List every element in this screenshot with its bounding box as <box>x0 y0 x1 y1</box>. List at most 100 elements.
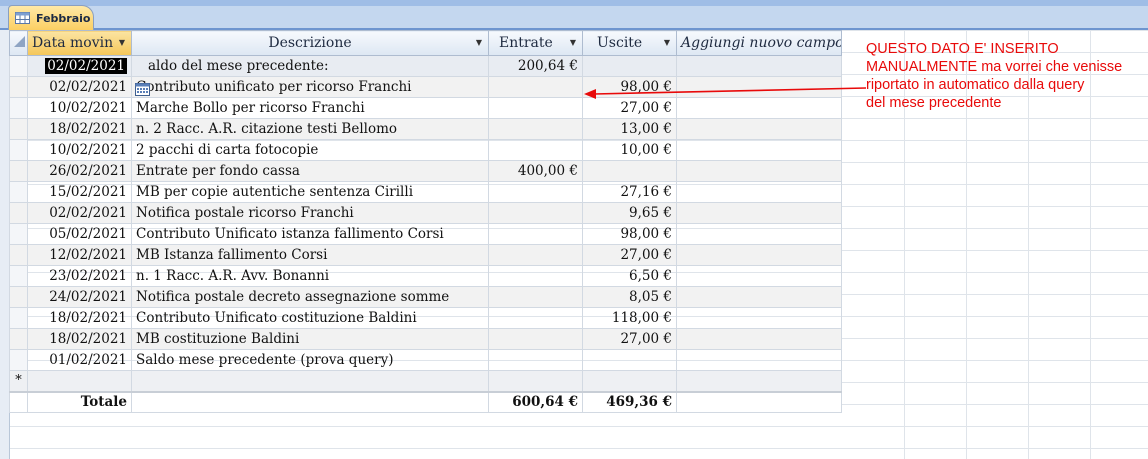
row-selector[interactable] <box>9 76 28 98</box>
cell-descrizione[interactable]: n. 1 Racc. A.R. Avv. Bonanni <box>131 265 489 287</box>
column-header-descrizione[interactable]: Descrizione ▼ <box>131 30 489 56</box>
cell-new-field[interactable] <box>676 55 842 77</box>
row-selector[interactable] <box>9 349 28 371</box>
cell-entrate[interactable] <box>488 265 583 287</box>
cell-uscite[interactable] <box>582 349 677 371</box>
cell-descrizione[interactable]: Marche Bollo per ricorso Franchi <box>131 97 489 119</box>
cell-date[interactable]: 10/02/2021 <box>27 97 132 119</box>
cell-uscite[interactable]: 6,50 € <box>582 265 677 287</box>
cell-uscite[interactable]: 27,16 € <box>582 181 677 203</box>
cell-uscite[interactable]: 9,65 € <box>582 202 677 224</box>
table-row[interactable]: 05/02/2021 Contributo Unificato istanza f… <box>9 223 842 245</box>
cell-date[interactable]: 10/02/2021 <box>27 139 132 161</box>
cell-date[interactable]: 02/02/2021 <box>27 76 132 98</box>
cell-entrate[interactable] <box>488 349 583 371</box>
cell-uscite[interactable]: 98,00 € <box>582 223 677 245</box>
row-selector[interactable] <box>9 223 28 245</box>
cell-new-field[interactable] <box>676 265 842 287</box>
row-selector[interactable] <box>9 97 28 119</box>
cell-new-field[interactable] <box>676 349 842 371</box>
cell[interactable] <box>676 370 842 392</box>
cell-descrizione[interactable]: MB Istanza fallimento Corsi <box>131 244 489 266</box>
cell-date[interactable]: 15/02/2021 <box>27 181 132 203</box>
cell-descrizione[interactable]: n. 2 Racc. A.R. citazione testi Bellomo <box>131 118 489 140</box>
row-selector[interactable] <box>9 286 28 308</box>
cell-date[interactable]: 01/02/2021 <box>27 349 132 371</box>
cell-new-field[interactable] <box>676 244 842 266</box>
row-selector[interactable] <box>9 139 28 161</box>
row-selector[interactable] <box>9 328 28 350</box>
cell[interactable] <box>582 370 677 392</box>
cell-date[interactable]: 12/02/2021 <box>27 244 132 266</box>
cell-descrizione[interactable]: Saldo mese precedente (prova query) <box>131 349 489 371</box>
cell-new-field[interactable] <box>676 307 842 329</box>
cell-descrizione[interactable]: Contributo unificato per ricorso Franchi <box>131 76 489 98</box>
cell-date[interactable]: 18/02/2021 <box>27 307 132 329</box>
table-row[interactable]: 18/02/2021 Contributo Unificato costituzi… <box>9 307 842 329</box>
cell-date[interactable]: 18/02/2021 <box>27 118 132 140</box>
cell-entrate[interactable] <box>488 181 583 203</box>
cell-new-field[interactable] <box>676 286 842 308</box>
cell-entrate[interactable] <box>488 118 583 140</box>
cell-uscite[interactable]: 118,00 € <box>582 307 677 329</box>
cell[interactable] <box>488 370 583 392</box>
table-row[interactable]: 15/02/2021 MB per copie autentiche senten… <box>9 181 842 203</box>
cell-new-field[interactable] <box>676 181 842 203</box>
cell-uscite[interactable] <box>582 55 677 77</box>
cell-entrate[interactable]: 200,64 € <box>488 55 583 77</box>
cell-entrate[interactable] <box>488 202 583 224</box>
row-selector[interactable] <box>9 265 28 287</box>
new-record-row[interactable]: * <box>9 370 842 392</box>
cell-uscite[interactable]: 8,05 € <box>582 286 677 308</box>
table-row[interactable]: 23/02/2021 n. 1 Racc. A.R. Avv. Bonanni 6,… <box>9 265 842 287</box>
row-selector[interactable] <box>9 307 28 329</box>
table-row[interactable]: 24/02/2021 Notifica postale decreto asseg… <box>9 286 842 308</box>
table-row[interactable]: 26/02/2021 Entrate per fondo cassa 400,00 … <box>9 160 842 182</box>
cell-entrate[interactable] <box>488 76 583 98</box>
row-selector[interactable] <box>9 202 28 224</box>
cell-descrizione[interactable]: aldo del mese precedente: <box>131 55 489 77</box>
select-all-corner[interactable] <box>9 30 28 56</box>
cell-date[interactable]: 24/02/2021 <box>27 286 132 308</box>
cell-new-field[interactable] <box>676 160 842 182</box>
cell-uscite[interactable]: 27,00 € <box>582 328 677 350</box>
cell-new-field[interactable] <box>676 202 842 224</box>
cell-date[interactable]: 02/02/2021 <box>27 202 132 224</box>
cell-entrate[interactable] <box>488 97 583 119</box>
column-header-uscite[interactable]: Uscite ▼ <box>582 30 677 56</box>
cell-date[interactable]: 02/02/2021 <box>27 55 132 77</box>
cell-descrizione[interactable]: MB costituzione Baldini <box>131 328 489 350</box>
cell-uscite[interactable]: 13,00 € <box>582 118 677 140</box>
cell-date[interactable]: 18/02/2021 <box>27 328 132 350</box>
table-row[interactable]: 02/02/2021 aldo del mese precedente: 200,6… <box>9 55 842 77</box>
cell-descrizione[interactable]: Notifica postale ricorso Franchi <box>131 202 489 224</box>
date-picker-icon[interactable] <box>135 82 150 96</box>
column-header-data-movin[interactable]: Data movin ▼ <box>27 30 132 56</box>
cell-descrizione[interactable]: 2 pacchi di carta fotocopie <box>131 139 489 161</box>
totals-uscite[interactable]: 469,36 € <box>582 390 677 413</box>
cell-descrizione[interactable]: Entrate per fondo cassa <box>131 160 489 182</box>
totals-entrate[interactable]: 600,64 € <box>488 390 583 413</box>
table-row[interactable]: 01/02/2021 Saldo mese precedente (prova q… <box>9 349 842 371</box>
table-row[interactable]: 02/02/2021 Notifica postale ricorso Franc… <box>9 202 842 224</box>
row-selector[interactable] <box>9 244 28 266</box>
row-selector[interactable] <box>9 160 28 182</box>
cell-entrate[interactable] <box>488 286 583 308</box>
column-filter-dropdown-icon[interactable]: ▼ <box>119 38 125 47</box>
table-row[interactable]: 12/02/2021 MB Istanza fallimento Corsi 27,… <box>9 244 842 266</box>
cell-date[interactable]: 05/02/2021 <box>27 223 132 245</box>
cell-entrate[interactable] <box>488 223 583 245</box>
cell-descrizione[interactable]: Notifica postale decreto assegnazione so… <box>131 286 489 308</box>
cell-descrizione[interactable]: Contributo Unificato istanza fallimento … <box>131 223 489 245</box>
cell-new-field[interactable] <box>676 328 842 350</box>
table-row[interactable]: 18/02/2021 MB costituzione Baldini 27,00 € <box>9 328 842 350</box>
table-row[interactable]: 18/02/2021 n. 2 Racc. A.R. citazione test… <box>9 118 842 140</box>
cell-descrizione[interactable]: MB per copie autentiche sentenza Cirilli <box>131 181 489 203</box>
row-selector[interactable] <box>9 55 28 77</box>
column-header-add-new-field[interactable]: Aggiungi nuovo campo <box>676 30 842 56</box>
column-filter-dropdown-icon[interactable]: ▼ <box>476 38 482 47</box>
column-filter-dropdown-icon[interactable]: ▼ <box>664 38 670 47</box>
selected-date-text[interactable]: 02/02/2021 <box>45 58 127 74</box>
cell-entrate[interactable] <box>488 328 583 350</box>
table-row[interactable]: 10/02/2021 2 pacchi di carta fotocopie 10,… <box>9 139 842 161</box>
